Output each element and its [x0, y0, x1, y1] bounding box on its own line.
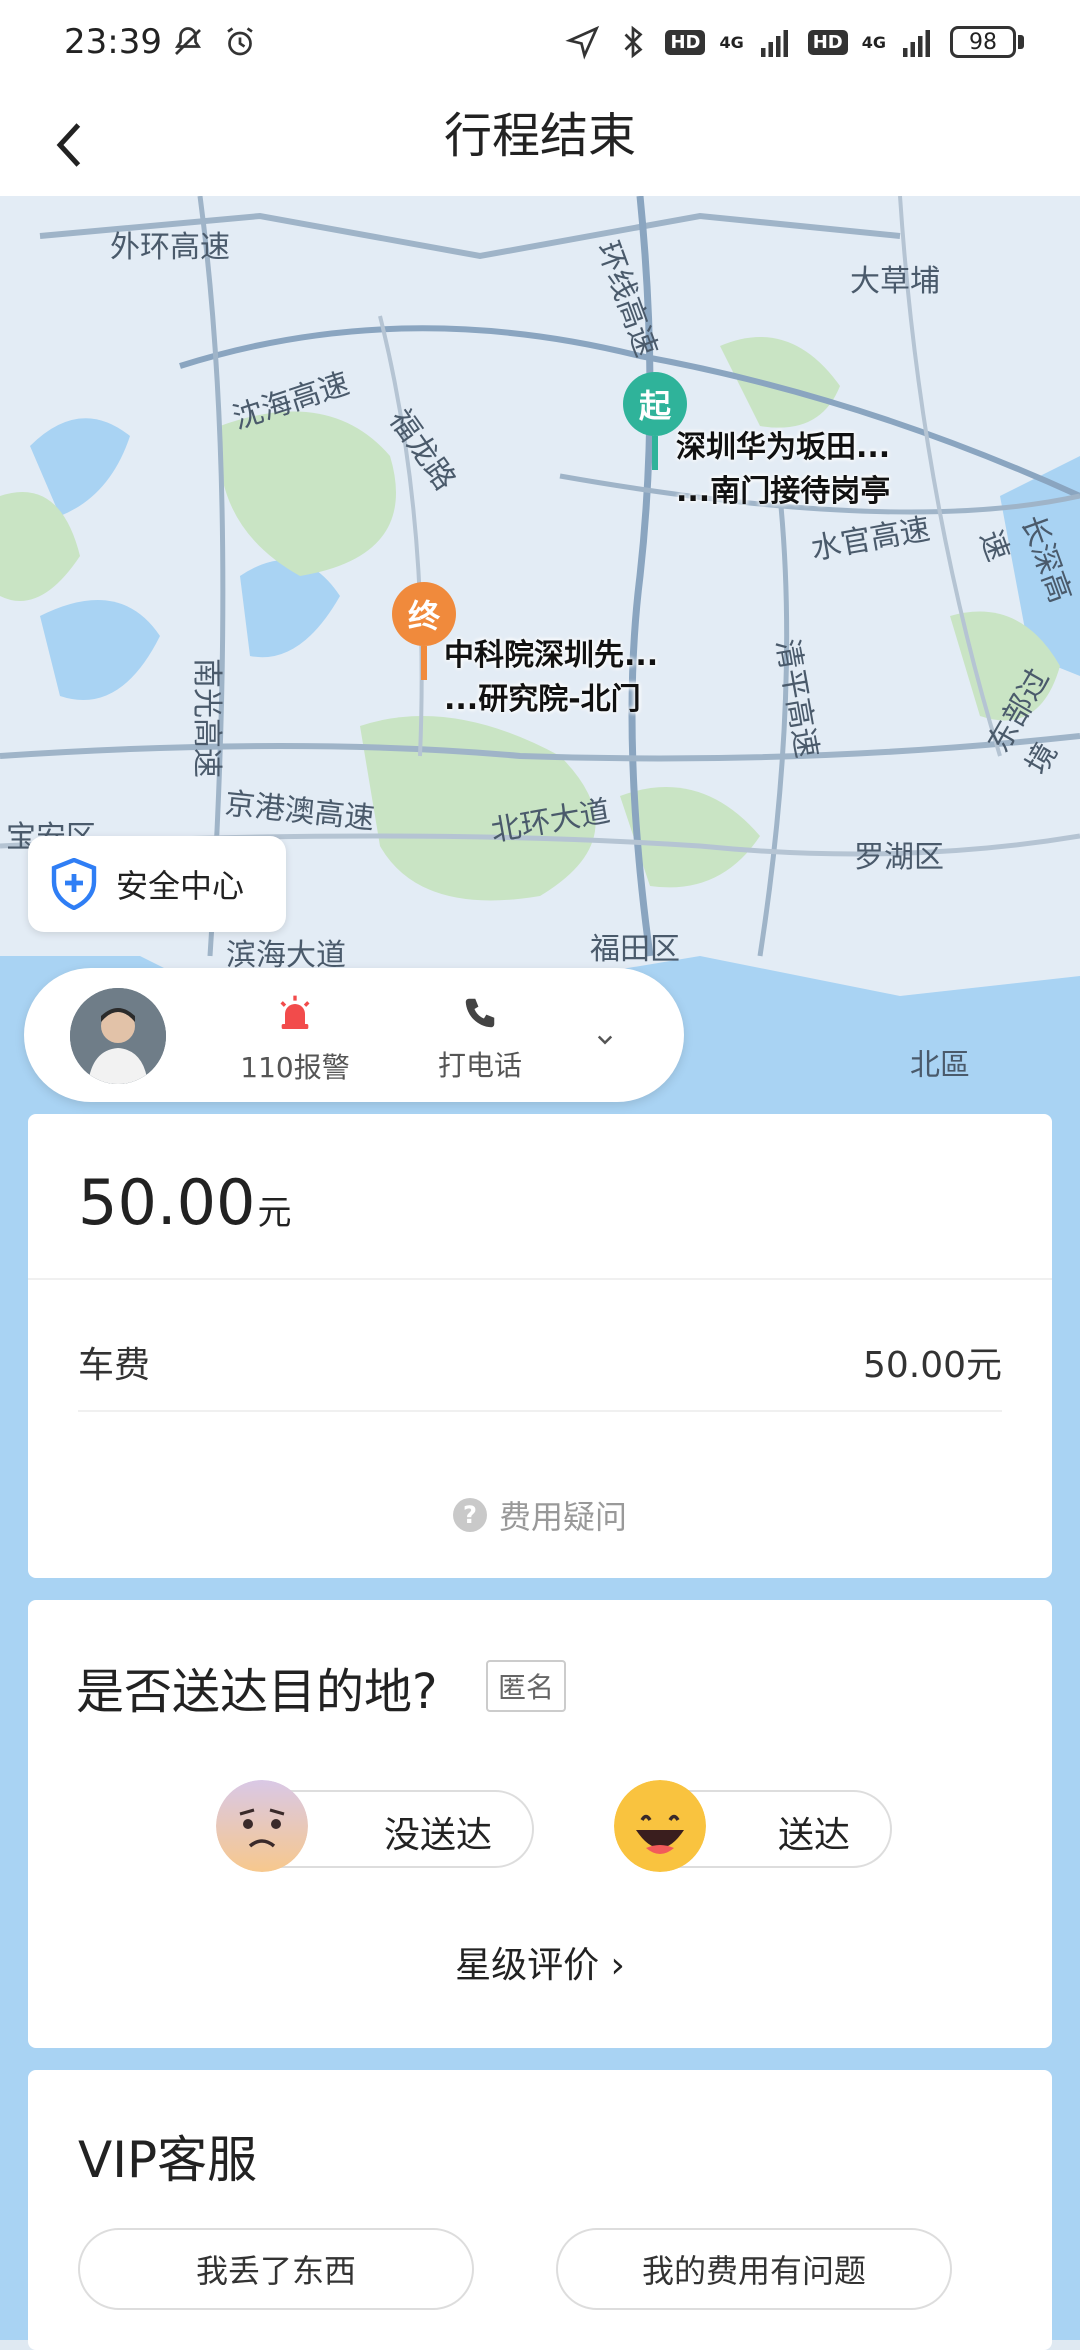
divider: [78, 1410, 1002, 1412]
map-label: 北區: [910, 1048, 970, 1083]
end-place-label: 中科院深圳先... ...研究院-北门: [444, 634, 658, 722]
back-button[interactable]: [50, 110, 120, 180]
question-icon: ?: [452, 1498, 487, 1532]
bluetooth-icon: [624, 25, 643, 59]
safety-center-label: 安全中心: [116, 867, 245, 905]
sad-face-icon: [216, 1780, 308, 1872]
star-rating-link[interactable]: 星级评价 ›: [28, 1936, 1052, 1988]
battery-icon: 98: [950, 26, 1016, 58]
end-place-line-1: 中科院深圳先...: [444, 638, 659, 673]
map-label: 外环高速: [110, 230, 230, 265]
start-place-label: 深圳华为坂田... ...南门接待岗亭: [676, 426, 890, 514]
call-driver-button[interactable]: 打电话: [400, 994, 560, 1084]
siren-icon: [280, 995, 310, 1029]
call-label: 打电话: [437, 1049, 522, 1082]
delivered-button[interactable]: 送达: [614, 1780, 892, 1872]
anonymous-badge: 匿名: [486, 1660, 567, 1712]
silent-icon: [174, 27, 202, 55]
chevron-down-icon: [597, 1035, 613, 1045]
battery-tip: [1018, 35, 1024, 49]
arrival-card: 是否送达目的地? 匿名 没送达 送达 星级评价 ›: [28, 1600, 1052, 2048]
status-icons-left: [170, 24, 258, 60]
not-delivered-label: 没送达: [383, 1815, 492, 1856]
fare-item-value: 50.00元: [862, 1345, 1002, 1386]
delivered-label: 送达: [777, 1815, 850, 1856]
top-nav: 行程结束: [0, 90, 1080, 196]
fare-total: 50.00元: [78, 1166, 292, 1239]
page-title: 行程结束: [443, 108, 636, 164]
alarm-110-button[interactable]: 110报警: [220, 994, 370, 1086]
status-icons-right: HD 4G HD 4G 98: [565, 24, 1024, 60]
map-label: 罗湖区: [854, 840, 944, 875]
map-label: 大草埔: [850, 264, 940, 299]
fare-card: 50.00元 车费 50.00元 ? 费用疑问: [28, 1114, 1052, 1578]
alarm-clock-icon: [227, 27, 253, 56]
location-icon: [565, 25, 600, 60]
arrival-question: 是否送达目的地?: [76, 1664, 438, 1720]
start-place-line-1: 深圳华为坂田...: [676, 430, 891, 465]
map-label: 福田区: [590, 932, 680, 967]
vip-title: VIP客服: [78, 2131, 258, 2189]
happy-face-icon: [614, 1780, 706, 1872]
fee-question-link[interactable]: ? 费用疑问: [28, 1492, 1052, 1538]
not-delivered-button[interactable]: 没送达: [216, 1780, 534, 1872]
phone-icon: [465, 998, 495, 1028]
fee-question-label: 费用疑问: [498, 1498, 627, 1536]
expand-button[interactable]: [570, 1014, 640, 1054]
signal-label-2: 4G: [861, 32, 886, 52]
alarm-label: 110报警: [240, 1051, 350, 1084]
fee-problem-button[interactable]: 我的费用有问题: [556, 2228, 952, 2310]
end-place-line-2: ...研究院-北门: [444, 682, 641, 717]
fare-total-unit: 元: [257, 1193, 292, 1233]
safety-center-button[interactable]: 安全中心: [28, 836, 286, 932]
map-label: 南光高速: [189, 658, 224, 778]
clock: 23:39: [64, 22, 162, 62]
driver-bar: 110报警 打电话: [24, 968, 684, 1102]
end-pin-stick: [421, 646, 427, 680]
signal-label: 4G: [719, 32, 744, 52]
chevron-left-icon: [56, 123, 81, 167]
lost-item-button[interactable]: 我丢了东西: [78, 2228, 474, 2310]
hd-badge-2: HD: [807, 29, 848, 55]
signal-icon-2: [903, 30, 930, 57]
driver-avatar[interactable]: [70, 988, 166, 1084]
start-place-line-2: ...南门接待岗亭: [676, 474, 891, 509]
hd-badge: HD: [665, 29, 706, 55]
driver-photo: [70, 988, 166, 1084]
status-bar: 23:39 HD 4G HD 4G 98: [0, 0, 1080, 90]
shield-icon: [51, 858, 97, 910]
vip-service-card: VIP客服 我丢了东西 我的费用有问题: [28, 2070, 1052, 2350]
start-pin-stick: [652, 436, 658, 470]
divider: [28, 1278, 1052, 1280]
fare-total-amount: 50.00: [78, 1166, 256, 1239]
fare-item-label: 车费: [78, 1345, 151, 1386]
signal-icon: [760, 30, 788, 57]
